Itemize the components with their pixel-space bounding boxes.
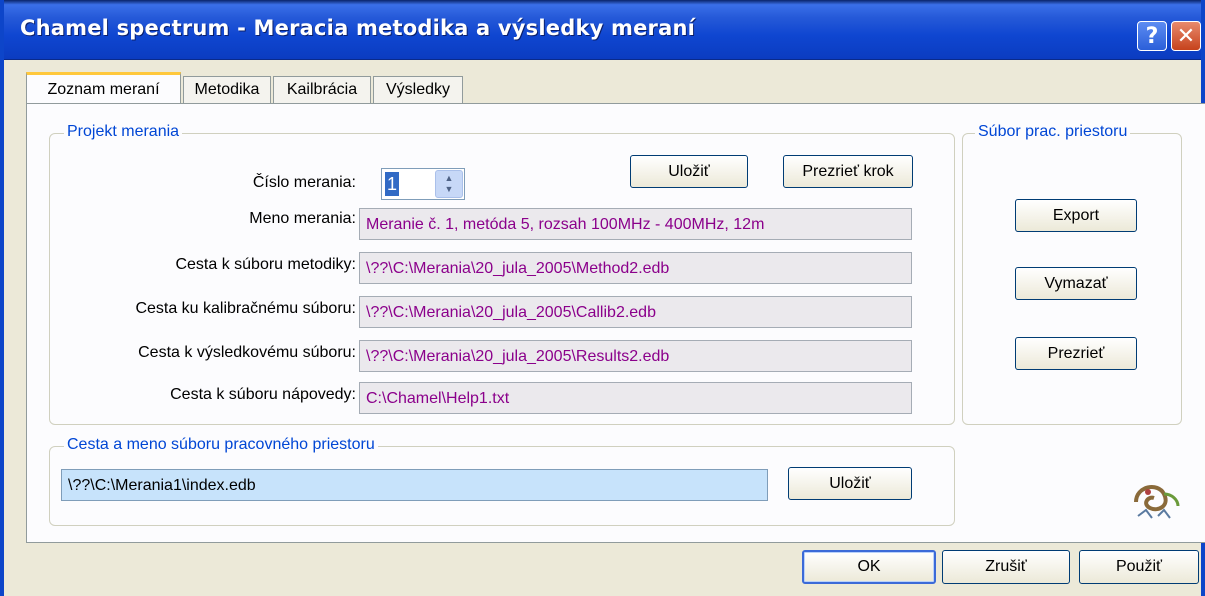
apply-button[interactable]: Použiť (1079, 550, 1199, 584)
save-project-button[interactable]: Uložiť (630, 155, 748, 188)
delete-button[interactable]: Vymazať (1015, 267, 1137, 300)
tab-kalibracia[interactable]: Kailbrácia (273, 76, 371, 103)
apply-label: Použiť (1115, 558, 1163, 575)
results-path-label: Cesta k výsledkovému súboru: (138, 344, 356, 361)
help-path-label: Cesta k súboru nápovedy: (170, 386, 356, 403)
save-project-label: Uložiť (668, 162, 710, 180)
workspace-group: Súbor prac. priestoru Export Vymazať Pre… (962, 123, 1182, 425)
tab-metodika[interactable]: Metodika (183, 76, 271, 103)
project-group: Projekt merania Číslo merania: 1 ▲ ▼ Ulo… (49, 123, 955, 425)
help-path-field[interactable]: C:\Chamel\Help1.txt (359, 382, 912, 414)
save-workspace-button[interactable]: Uložiť (788, 467, 912, 500)
name-label: Meno merania: (249, 210, 356, 227)
view-button[interactable]: Prezrieť (1015, 337, 1137, 370)
number-label: Číslo merania: (252, 174, 356, 191)
ok-button[interactable]: OK (802, 550, 936, 584)
cancel-button[interactable]: Zrušiť (942, 550, 1070, 584)
tab-vysledky[interactable]: Výsledky (373, 76, 463, 103)
measurement-number-value[interactable]: 1 (385, 172, 399, 196)
results-path-field[interactable]: \??\C:\Merania\20_jula_2005\Results2.edb (359, 340, 912, 372)
save-workspace-label: Uložiť (829, 474, 871, 492)
calibration-path-field[interactable]: \??\C:\Merania\20_jula_2005\Callib2.edb (359, 296, 912, 328)
ok-label: OK (857, 558, 881, 575)
workspace-path-title: Cesta a meno súboru pracovného priestoru (64, 436, 378, 454)
method-path-label: Cesta k súboru metodiky: (175, 256, 356, 273)
view-label: Prezrieť (1047, 344, 1105, 362)
measurement-number-spinner[interactable]: 1 ▲ ▼ (381, 168, 465, 200)
spin-down-icon[interactable]: ▼ (445, 184, 454, 195)
dialog-window: Chamel spectrum - Meracia metodika a výs… (0, 0, 1205, 596)
measurement-name-field[interactable]: Meranie č. 1, metóda 5, rozsah 100MHz - … (359, 208, 912, 240)
export-label: Export (1052, 206, 1100, 224)
close-button[interactable]: ✕ (1171, 21, 1201, 51)
method-path-field[interactable]: \??\C:\Merania\20_jula_2005\Method2.edb (359, 252, 912, 284)
calibration-path-label: Cesta ku kalibračnému súboru: (135, 300, 356, 317)
workspace-group-title: Súbor prac. priestoru (975, 123, 1131, 141)
title-bar: Chamel spectrum - Meracia metodika a výs… (4, 0, 1201, 60)
workspace-path-group: Cesta a meno súboru pracovného priestoru… (49, 436, 955, 526)
chameleon-logo-icon (1128, 472, 1184, 528)
spinner-buttons[interactable]: ▲ ▼ (435, 170, 463, 198)
tab-panel: Projekt merania Číslo merania: 1 ▲ ▼ Ulo… (26, 103, 1205, 543)
export-button[interactable]: Export (1015, 199, 1137, 232)
cancel-label: Zrušiť (985, 558, 1027, 575)
tab-zoznam-merani[interactable]: Zoznam meraní (26, 72, 181, 104)
help-button[interactable]: ? (1137, 21, 1167, 51)
window-title: Chamel spectrum - Meracia metodika a výs… (20, 16, 696, 40)
review-step-label: Prezrieť krok (802, 162, 894, 180)
review-step-button[interactable]: Prezrieť krok (783, 155, 913, 188)
project-group-title: Projekt merania (64, 123, 183, 141)
workspace-path-field[interactable]: \??\C:\Merania1\index.edb (61, 469, 768, 501)
spin-up-icon[interactable]: ▲ (445, 173, 454, 184)
delete-label: Vymazať (1044, 274, 1108, 292)
